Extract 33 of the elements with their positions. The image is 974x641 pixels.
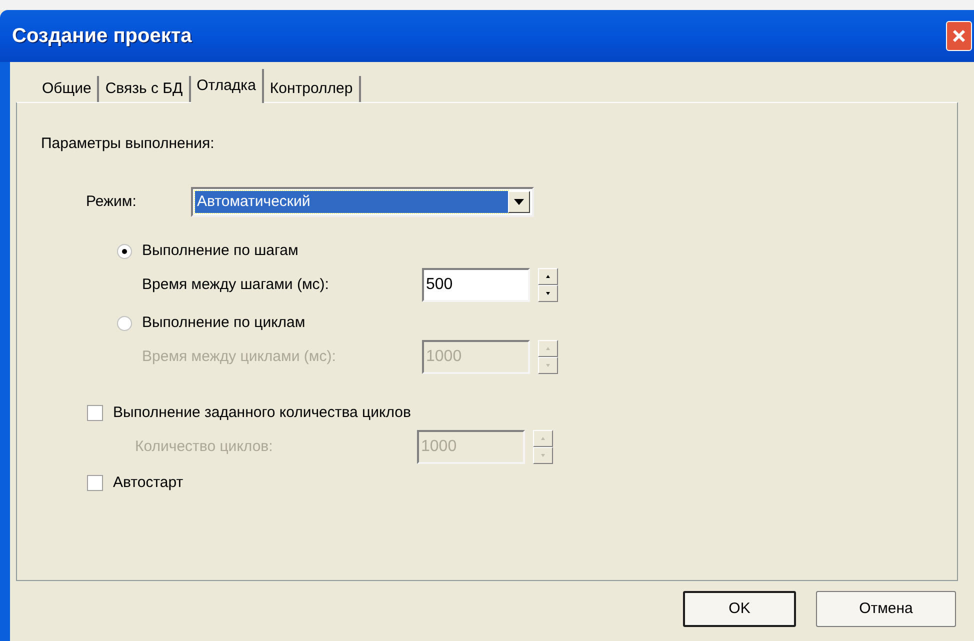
spinner[interactable] [538, 268, 558, 302]
arrow-icon [541, 437, 545, 440]
option-label[interactable]: Выполнение заданного количества циклов [113, 402, 411, 424]
close-button[interactable] [946, 21, 972, 51]
checkbox[interactable] [87, 405, 103, 421]
section-label: Параметры выполнения: [41, 134, 216, 153]
dialog-button[interactable]: OK [683, 591, 796, 627]
mode-label: Режим: [86, 192, 138, 212]
arrow-icon [546, 347, 550, 350]
field-label: Количество циклов: [135, 436, 274, 457]
spinner[interactable] [533, 430, 553, 464]
mode-value: Автоматический [195, 191, 508, 213]
checkbox[interactable] [87, 475, 103, 491]
option-label[interactable]: Выполнение по циклам [142, 312, 306, 334]
spinner[interactable] [538, 340, 558, 374]
arrow-icon [546, 364, 550, 367]
caret-icon [514, 199, 524, 205]
arrow-icon [541, 454, 545, 457]
field-label: Время между шагами (мс): [142, 274, 330, 295]
field-label: Время между циклами (мс): [142, 346, 337, 367]
option-label[interactable]: Автостарт [113, 472, 184, 494]
dropdown-button[interactable] [508, 191, 530, 213]
tab[interactable]: Отладка [190, 69, 264, 103]
arrow-icon [546, 292, 550, 295]
radio-button[interactable] [117, 316, 132, 330]
arrow-icon [546, 275, 550, 278]
close-icon [951, 28, 967, 44]
dialog-button[interactable]: Отмена [816, 591, 956, 627]
number-field[interactable]: 500 [422, 268, 530, 302]
option-label[interactable]: Выполнение по шагам [142, 240, 298, 262]
mode-dropdown[interactable]: Автоматический [191, 187, 534, 217]
window-title: Создание проекта [12, 24, 192, 49]
radio-button[interactable] [117, 244, 132, 258]
